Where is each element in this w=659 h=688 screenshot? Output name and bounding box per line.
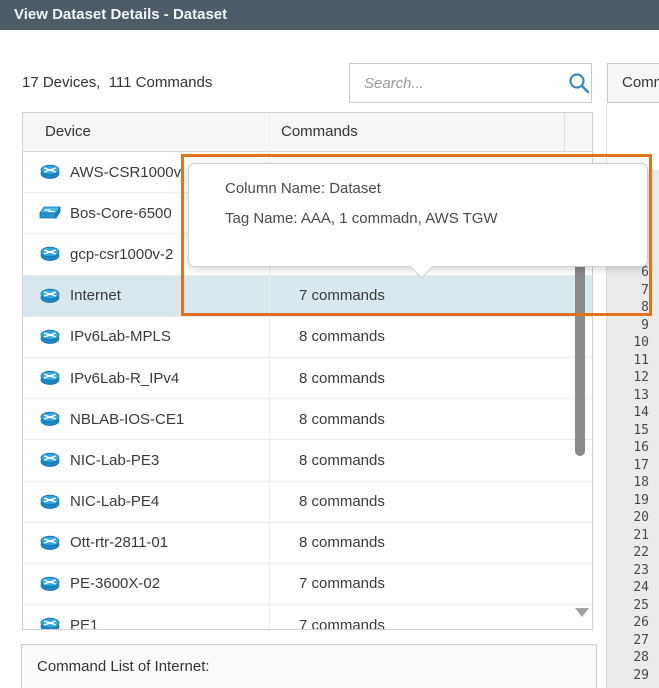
line-number: 15 <box>633 422 649 438</box>
device-router-icon <box>40 535 60 550</box>
line-number: 27 <box>633 632 649 648</box>
device-table-row[interactable]: PE-3600X-02 7 commands <box>23 563 592 606</box>
line-number: 14 <box>633 405 649 420</box>
device-name: NBLAB-IOS-CE1 <box>70 410 185 428</box>
commands-count: 8 commands <box>299 328 385 346</box>
table-scrollbar-thumb[interactable] <box>575 241 585 456</box>
command-list-bar: Command List of Internet: <box>21 644 597 688</box>
line-number: 20 <box>633 510 649 525</box>
commands-count: 8 commands <box>299 369 385 387</box>
device-cell: PE-3600X-02 <box>23 575 269 592</box>
commands-count: 7 commands <box>299 616 385 630</box>
line-number: 26 <box>633 615 649 630</box>
device-table-row[interactable]: NIC-Lab-PE3 8 commands <box>23 440 592 482</box>
command-list-label: Command List of Internet: <box>37 658 210 675</box>
command-panel-header: Comm <box>607 63 659 103</box>
device-table-row[interactable]: NIC-Lab-PE4 8 commands <box>23 481 592 523</box>
column-header-commands[interactable]: Commands <box>269 113 358 151</box>
device-name: Bos-Core-6500 <box>70 204 172 222</box>
dataset-tooltip: Column Name: Dataset Tag Name: AAA, 1 co… <box>188 163 648 279</box>
device-cell: Ott-rtr-2811-01 <box>23 534 269 551</box>
line-number: 29 <box>633 667 649 683</box>
device-router-icon <box>40 494 60 509</box>
device-name: Internet <box>70 287 121 305</box>
device-switch-icon <box>39 206 61 220</box>
commands-count: 8 commands <box>299 410 385 428</box>
device-table-row[interactable]: NBLAB-IOS-CE1 8 commands <box>23 399 592 441</box>
device-table-row[interactable]: Ott-rtr-2811-01 8 commands <box>23 522 592 564</box>
device-router-icon <box>40 412 60 427</box>
line-number: 25 <box>633 597 649 613</box>
device-table-row[interactable]: IPv6Lab-MPLS 8 commands <box>23 316 592 358</box>
device-cell: NBLAB-IOS-CE1 <box>23 411 269 428</box>
dialog-title: View Dataset Details - Dataset <box>14 6 228 23</box>
search-icon[interactable] <box>567 71 591 95</box>
device-table-row[interactable]: Internet 7 commands <box>23 275 592 317</box>
line-number: 12 <box>633 370 649 385</box>
device-router-icon <box>40 453 60 468</box>
device-cell: NIC-Lab-PE3 <box>23 452 269 469</box>
line-number: 22 <box>633 545 649 560</box>
line-number: 9 <box>641 317 649 333</box>
scroll-down-arrow-icon[interactable] <box>575 608 589 617</box>
commands-count: 8 commands <box>299 534 385 552</box>
device-cell: NIC-Lab-PE4 <box>23 493 269 510</box>
line-number: 21 <box>633 527 649 543</box>
command-panel-line-numbers: 6 7 8 9 10 11 12 13 14 15 16 17 18 19 20 21 22 23 24 25 26 27… <box>606 264 659 684</box>
tooltip-tag-name: Tag Name: AAA, 1 commadn, AWS TGW <box>225 210 498 227</box>
commands-count: 7 commands <box>299 287 385 305</box>
device-name: NIC-Lab-PE3 <box>70 451 160 469</box>
device-name: PE1 <box>70 616 99 630</box>
device-router-icon <box>40 617 60 629</box>
device-command-summary: 17 Devices, 111 Commands <box>22 74 213 91</box>
header-divider <box>564 113 565 151</box>
commands-count: 7 commands <box>299 575 385 593</box>
line-number: 19 <box>633 492 649 508</box>
line-number: 23 <box>633 562 649 578</box>
device-table-row[interactable]: PE1 7 commands <box>23 605 592 630</box>
view-dataset-details-dialog: View Dataset Details - Dataset 17 Device… <box>0 0 659 688</box>
line-number: 8 <box>641 300 649 315</box>
device-table-row[interactable]: IPv6Lab-R_IPv4 8 commands <box>23 357 592 400</box>
line-number: 18 <box>633 475 649 490</box>
commands-count: 8 commands <box>299 451 385 469</box>
line-number: 13 <box>633 387 649 403</box>
device-name: Ott-rtr-2811-01 <box>70 534 169 552</box>
tooltip-column-name: Column Name: Dataset <box>225 180 381 197</box>
device-table-header: Device Commands <box>23 113 592 152</box>
device-name: IPv6Lab-R_IPv4 <box>70 369 180 387</box>
line-number: 16 <box>633 440 649 455</box>
column-header-device[interactable]: Device <box>23 113 269 151</box>
line-number: 28 <box>633 650 649 665</box>
device-cell: IPv6Lab-MPLS <box>23 328 269 345</box>
line-number: 10 <box>633 335 649 350</box>
search-box <box>349 63 592 103</box>
device-name: IPv6Lab-MPLS <box>70 328 171 346</box>
device-cell: Internet <box>23 287 269 304</box>
dialog-title-bar: View Dataset Details - Dataset <box>0 0 659 30</box>
device-router-icon <box>40 247 60 262</box>
device-cell: PE1 <box>23 616 269 630</box>
device-router-icon <box>40 329 60 344</box>
device-name: AWS-CSR1000v <box>70 163 182 181</box>
device-name: PE-3600X-02 <box>70 575 161 593</box>
line-number: 7 <box>641 282 649 298</box>
device-cell: IPv6Lab-R_IPv4 <box>23 370 269 387</box>
device-router-icon <box>40 576 60 591</box>
device-name: NIC-Lab-PE4 <box>70 493 160 511</box>
line-number: 11 <box>633 352 649 368</box>
device-router-icon <box>40 370 60 385</box>
line-number: 17 <box>633 457 649 473</box>
commands-count: 8 commands <box>299 493 385 511</box>
line-number: 24 <box>633 580 649 595</box>
search-input[interactable] <box>362 73 567 93</box>
device-name: gcp-csr1000v-2 <box>70 245 174 263</box>
device-router-icon <box>40 288 60 303</box>
device-router-icon <box>40 164 60 179</box>
